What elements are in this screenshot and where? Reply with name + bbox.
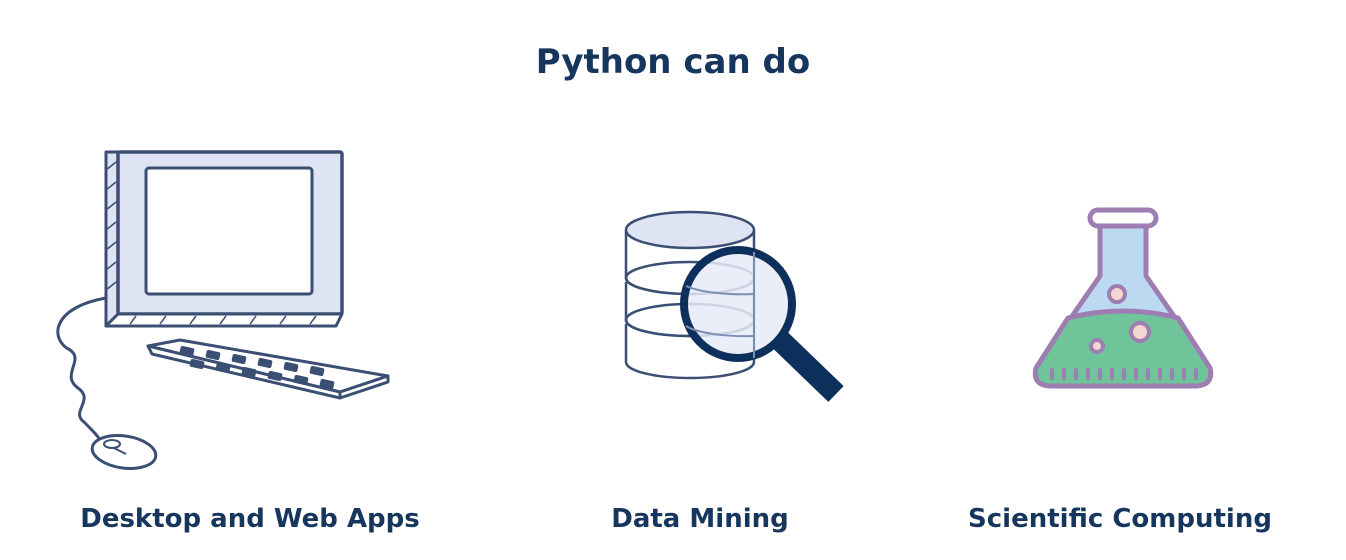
card-label-desktop: Desktop and Web Apps bbox=[80, 504, 420, 534]
card-label-mining: Data Mining bbox=[611, 504, 789, 534]
card-scientific-computing: Scientific Computing bbox=[940, 0, 1300, 560]
database-magnifier-icon bbox=[624, 210, 844, 402]
computer-icon bbox=[56, 150, 390, 470]
flask-icon bbox=[1032, 207, 1214, 389]
card-desktop-web-apps: Desktop and Web Apps bbox=[40, 0, 460, 560]
card-data-mining: Data Mining bbox=[530, 0, 870, 560]
card-label-science: Scientific Computing bbox=[968, 504, 1272, 534]
